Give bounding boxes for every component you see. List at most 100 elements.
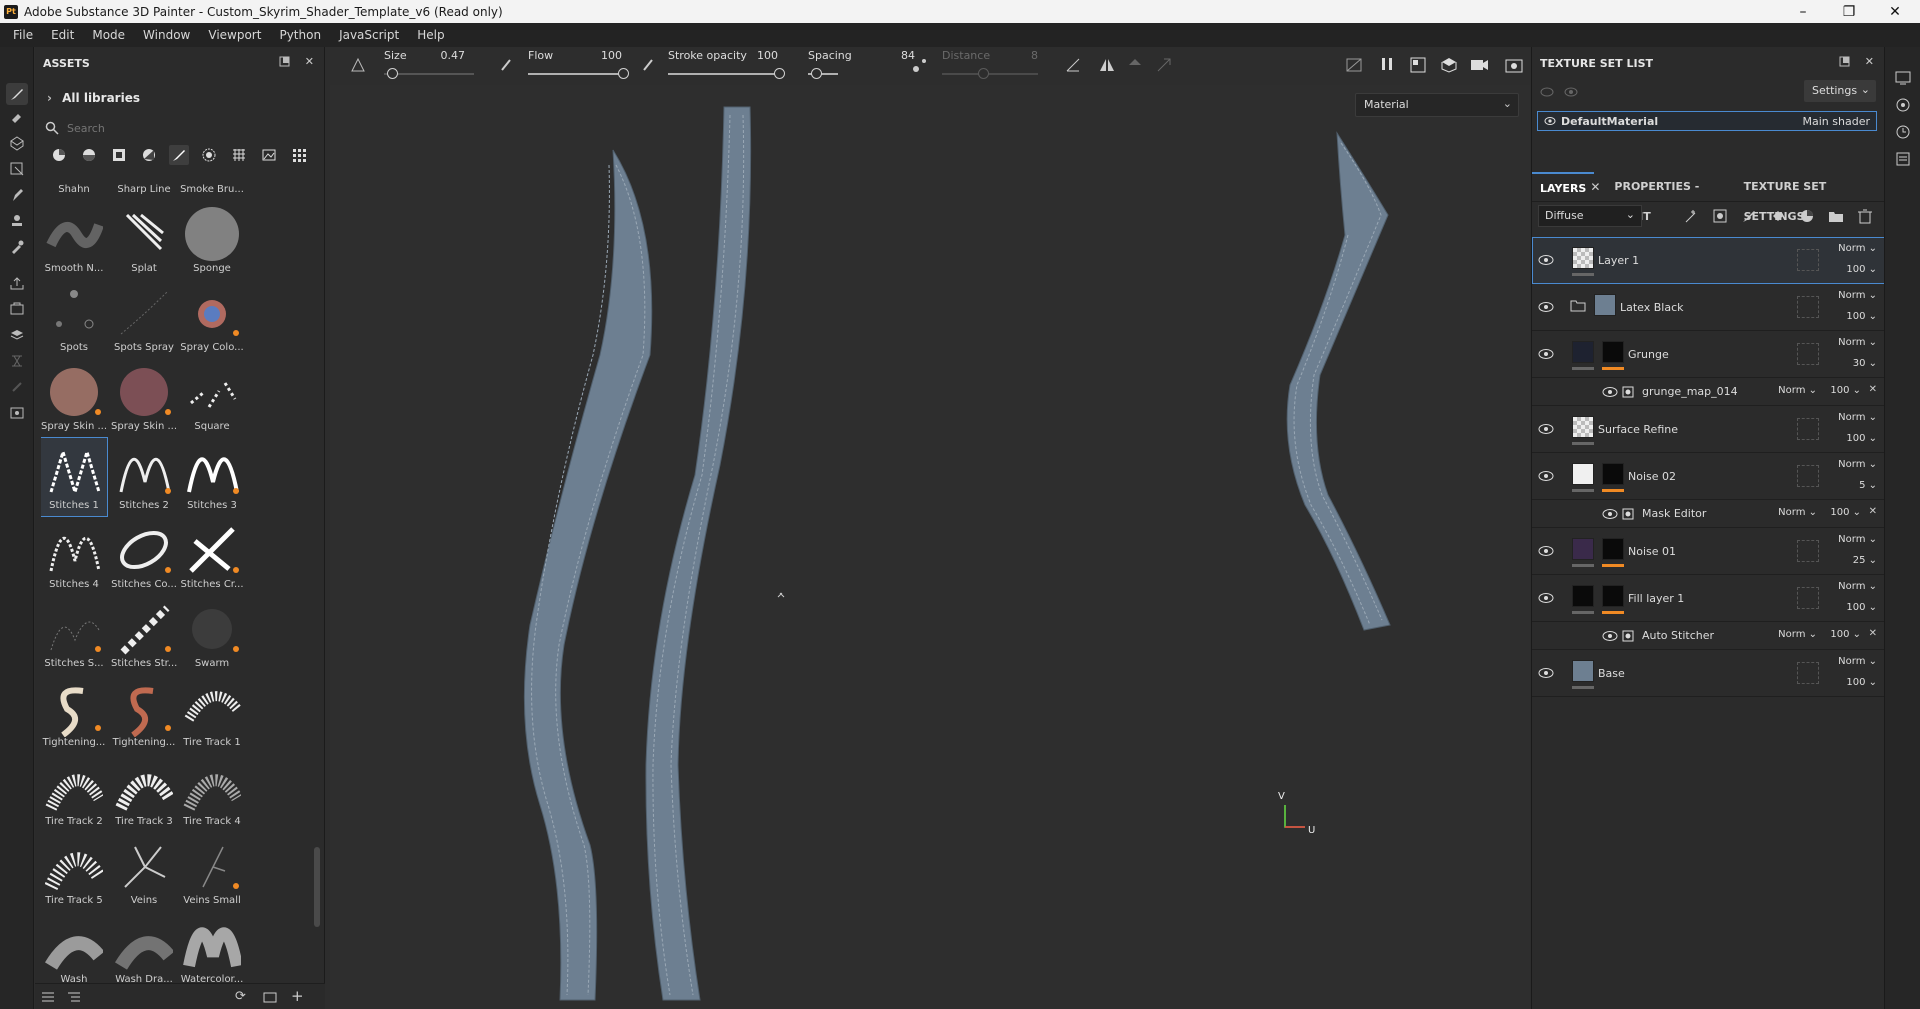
layer-name[interactable]: Noise 01 [1628,545,1676,558]
layer-name[interactable]: Layer 1 [1598,254,1639,267]
display-settings-icon[interactable] [6,324,28,346]
layer-mask-slot[interactable] [1797,249,1819,271]
layer-name[interactable]: Latex Black [1620,301,1684,314]
brush-item[interactable]: Tire Track 2 [41,754,107,832]
brush-filter-icon[interactable] [169,145,189,165]
brush-item[interactable]: Stitches Cr... [179,517,245,595]
eye-icon[interactable] [1602,630,1618,642]
menu-file[interactable]: File [4,23,42,47]
polygon-fill-icon[interactable] [6,158,28,180]
symmetry-icon[interactable] [350,57,366,76]
layer-mask-slot[interactable] [1797,540,1819,562]
brush-item[interactable]: Wash Dra... [111,912,177,987]
close-panel-icon[interactable]: ✕ [1865,55,1874,68]
eraser-icon[interactable] [6,106,28,128]
brush-item[interactable]: Tire Track 5 [41,833,107,911]
layer-row[interactable]: Base Norm ⌄ 100 ⌄ [1532,650,1885,697]
brush-item[interactable]: Square [179,359,245,437]
hide-ui-icon[interactable] [1345,57,1363,76]
lazy-mouse-icon[interactable] [912,57,928,76]
flow-value[interactable]: 100 [582,49,622,62]
brush-item[interactable]: Stitches Str... [111,596,177,674]
effect-name[interactable]: Auto Stitcher [1642,629,1714,642]
refresh-icon[interactable]: ⟳ [235,989,246,1004]
opacity-value[interactable]: 100 ⌄ [1831,677,1877,688]
opacity-value[interactable]: 100 ⌄ [1831,602,1877,613]
export-icon[interactable] [6,272,28,294]
brush-item[interactable]: Veins [111,833,177,911]
float-panel-icon[interactable] [1839,56,1850,70]
menu-viewport[interactable]: Viewport [199,23,270,47]
layer-name[interactable]: Fill layer 1 [1628,592,1684,605]
screenshot-icon[interactable] [6,402,28,424]
brush-item[interactable]: Tightening... [41,675,107,753]
brush-item[interactable]: Stitches 2 [111,438,177,516]
dropper-icon[interactable] [1156,57,1174,76]
menu-window[interactable]: Window [134,23,199,47]
detail-view-icon[interactable] [67,990,81,1007]
effect-blend[interactable]: Norm ⌄ [1778,385,1817,396]
menu-help[interactable]: Help [408,23,453,47]
layer-row[interactable]: Grunge Norm ⌄ 30 ⌄ [1532,331,1885,378]
stroke-opacity-value[interactable]: 100 [738,49,778,62]
brush-item[interactable]: Shahn [41,182,107,200]
smart-mask-filter-icon[interactable] [139,145,159,165]
menu-mode[interactable]: Mode [83,23,134,47]
remove-effect-icon[interactable]: ✕ [1869,384,1877,395]
tab-layers[interactable]: LAYERS [1532,171,1595,202]
tab-texture-set-settings[interactable]: TEXTURE SET SETTINGS [1736,172,1885,223]
opacity-value[interactable]: 25 ⌄ [1831,555,1877,566]
display-settings-icon[interactable] [1895,98,1911,115]
add-icon[interactable]: + [291,987,304,1005]
texture-filter-icon[interactable] [229,145,249,165]
pause-icon[interactable] [1380,57,1394,74]
brush-item[interactable]: Smooth N... [41,201,107,279]
texture-set-list-icon[interactable] [1895,71,1911,88]
effect-opacity[interactable]: 100 ⌄ [1830,385,1861,396]
brush-item[interactable]: Wash [41,912,107,987]
viewport-mode-dropdown[interactable]: Material ⌄ [1355,93,1519,117]
brush-item[interactable]: Smoke Bru... [179,182,245,200]
effect-row[interactable]: grunge_map_014 Norm ⌄ 100 ⌄ ✕ [1532,378,1885,406]
color-picker-icon[interactable] [6,236,28,258]
brush-item[interactable]: Spray Skin ... [41,359,107,437]
menu-javascript[interactable]: JavaScript [330,23,408,47]
add-paint-layer-icon[interactable] [1738,205,1760,227]
layer-row[interactable]: Surface Refine Norm ⌄ 100 ⌄ [1532,406,1885,453]
eye-icon[interactable] [1538,470,1554,482]
brush-item[interactable]: Spray Skin ... [111,359,177,437]
smudge-icon[interactable] [6,184,28,206]
shader-name[interactable]: Main shader [1803,115,1870,128]
flow-pen-icon[interactable] [500,57,512,74]
all-filter-icon[interactable] [289,145,309,165]
effect-row[interactable]: Mask Editor Norm ⌄ 100 ⌄ ✕ [1532,500,1885,528]
library-breadcrumb[interactable]: › All libraries [47,91,140,105]
blend-mode[interactable]: Norm ⌄ [1831,243,1877,254]
bake-icon[interactable] [6,298,28,320]
brush-item[interactable]: Stitches Co... [111,517,177,595]
close-panel-icon[interactable]: ✕ [305,55,314,68]
hide-all-icon[interactable] [1540,86,1554,101]
layer-mask-slot[interactable] [1797,465,1819,487]
eye-icon[interactable] [1602,386,1618,398]
3d-viewport[interactable]: V U [330,85,1530,1009]
camera-icon[interactable] [1470,57,1490,76]
list-view-icon[interactable] [41,990,55,1007]
timeline-icon[interactable] [6,350,28,372]
layer-mask-slot[interactable] [1797,296,1819,318]
close-tab-icon[interactable]: ✕ [1590,180,1600,194]
spacing-value[interactable]: 84 [875,49,915,62]
brush-item[interactable]: Stitches 1 [41,437,108,517]
effect-name[interactable]: Mask Editor [1642,507,1706,520]
brush-item[interactable]: Stitches 4 [41,517,107,595]
brush-item[interactable]: Watercolor... [179,912,245,987]
brush-item[interactable]: Splat [111,201,177,279]
opacity-value[interactable]: 5 ⌄ [1831,480,1877,491]
layer-name[interactable]: Noise 02 [1628,470,1676,483]
opacity-pen-icon[interactable] [642,57,654,74]
viewport-split-icon[interactable] [1410,57,1428,76]
brush-item[interactable]: Veins Small [179,833,245,911]
opacity-value[interactable]: 100 ⌄ [1831,264,1877,275]
layer-mask-slot[interactable] [1797,343,1819,365]
3d-view-icon[interactable] [1440,57,1458,76]
